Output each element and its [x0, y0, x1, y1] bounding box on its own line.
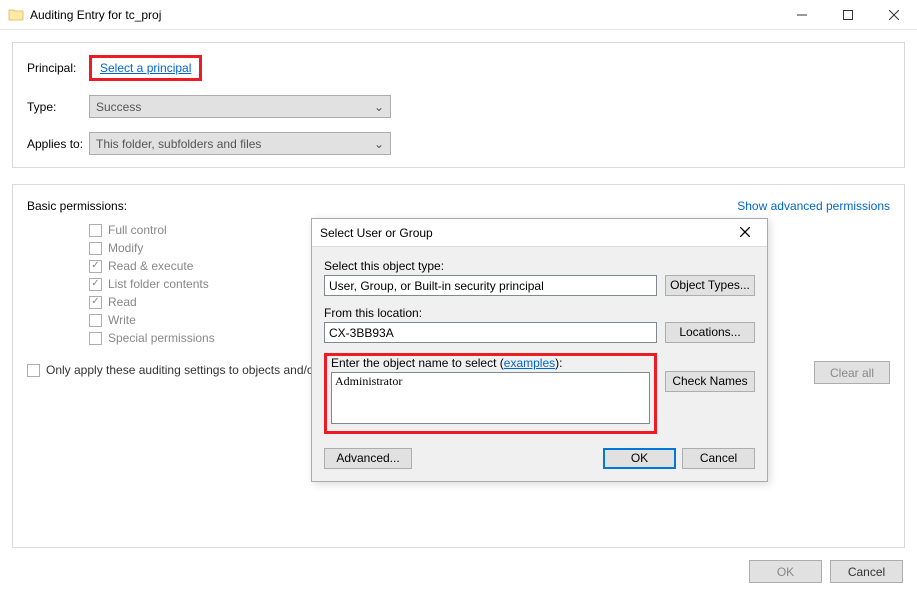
permission-checkbox[interactable] — [89, 242, 102, 255]
modal-cancel-button[interactable]: Cancel — [682, 448, 755, 469]
permission-checkbox[interactable] — [89, 314, 102, 327]
principal-group: Principal: Select a principal Type: Succ… — [12, 42, 905, 168]
type-dropdown[interactable]: Success ⌄ — [89, 95, 391, 118]
locations-button[interactable]: Locations... — [665, 322, 755, 343]
object-name-highlight: Enter the object name to select (example… — [324, 353, 657, 434]
dialog-buttons: OK Cancel — [749, 560, 903, 583]
object-type-label: Select this object type: — [324, 259, 755, 273]
only-apply-checkbox[interactable] — [27, 364, 40, 377]
permission-checkbox[interactable] — [89, 296, 102, 309]
chevron-down-icon: ⌄ — [374, 137, 384, 151]
modal-close-button[interactable] — [731, 226, 759, 240]
cancel-button[interactable]: Cancel — [830, 560, 903, 583]
maximize-button[interactable] — [825, 0, 871, 30]
window-title: Auditing Entry for tc_proj — [30, 8, 779, 22]
permission-checkbox[interactable] — [89, 278, 102, 291]
show-advanced-link[interactable]: Show advanced permissions — [737, 199, 890, 213]
type-label: Type: — [27, 100, 89, 114]
check-names-button[interactable]: Check Names — [665, 371, 755, 392]
permission-checkbox[interactable] — [89, 260, 102, 273]
clear-all-button[interactable]: Clear all — [814, 361, 890, 384]
location-field: CX-3BB93A — [324, 322, 657, 343]
select-principal-highlight: Select a principal — [89, 55, 202, 81]
ok-button[interactable]: OK — [749, 560, 822, 583]
appliesto-label: Applies to: — [27, 137, 89, 151]
permission-label: Read — [108, 295, 137, 309]
permission-label: List folder contents — [108, 277, 209, 291]
permission-label: Modify — [108, 241, 143, 255]
permissions-title: Basic permissions: — [27, 199, 127, 213]
close-button[interactable] — [871, 0, 917, 30]
location-label: From this location: — [324, 306, 755, 320]
advanced-button[interactable]: Advanced... — [324, 448, 412, 469]
object-types-button[interactable]: Object Types... — [665, 275, 755, 296]
modal-title: Select User or Group — [320, 226, 731, 240]
folder-icon — [8, 7, 24, 23]
permission-label: Full control — [108, 223, 167, 237]
permission-checkbox[interactable] — [89, 332, 102, 345]
enter-name-label: Enter the object name to select (example… — [331, 356, 650, 370]
object-name-input[interactable] — [331, 372, 650, 424]
select-principal-link[interactable]: Select a principal — [100, 61, 191, 75]
permission-label: Read & execute — [108, 259, 193, 273]
permission-checkbox[interactable] — [89, 224, 102, 237]
appliesto-dropdown[interactable]: This folder, subfolders and files ⌄ — [89, 132, 391, 155]
appliesto-value: This folder, subfolders and files — [96, 137, 261, 151]
only-apply-label: Only apply these auditing settings to ob… — [46, 363, 318, 377]
permission-label: Special permissions — [108, 331, 215, 345]
principal-label: Principal: — [27, 61, 89, 75]
examples-link[interactable]: examples — [504, 356, 555, 370]
select-user-dialog: Select User or Group Select this object … — [311, 218, 768, 482]
titlebar: Auditing Entry for tc_proj — [0, 0, 917, 30]
object-type-field: User, Group, or Built-in security princi… — [324, 275, 657, 296]
type-value: Success — [96, 100, 141, 114]
chevron-down-icon: ⌄ — [374, 100, 384, 114]
permission-label: Write — [108, 313, 136, 327]
minimize-button[interactable] — [779, 0, 825, 30]
modal-ok-button[interactable]: OK — [603, 448, 676, 469]
